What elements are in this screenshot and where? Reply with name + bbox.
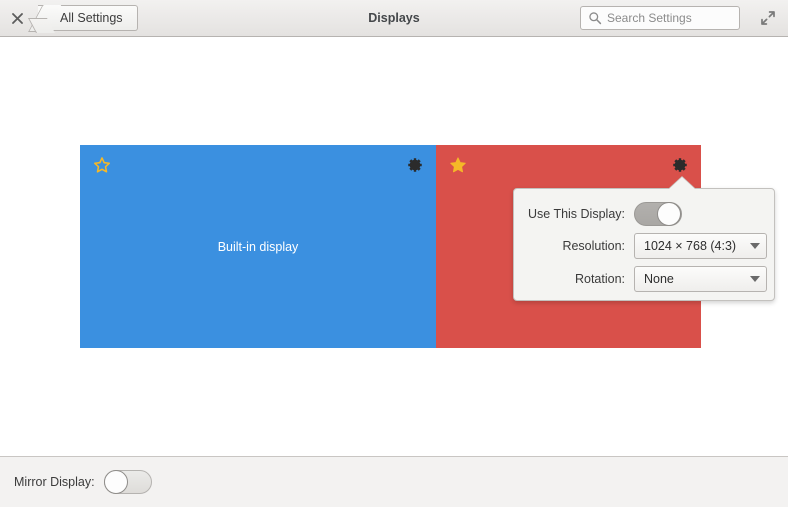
search-icon xyxy=(589,12,602,25)
resolution-value: 1024 × 768 (4:3) xyxy=(644,239,737,253)
bottom-toolbar: Mirror Display: Detect Displays Apply xyxy=(0,456,788,507)
display-label-builtin: Built-in display xyxy=(217,239,299,254)
resolution-label: Resolution: xyxy=(562,239,625,253)
mirror-display-label: Mirror Display: xyxy=(14,475,95,489)
search-settings-input[interactable]: Search Settings xyxy=(580,6,740,30)
chevron-down-icon xyxy=(750,243,760,249)
maximize-icon xyxy=(761,11,775,25)
rotation-dropdown[interactable]: None xyxy=(634,266,767,292)
mirror-display-toggle[interactable] xyxy=(103,470,152,494)
displays-canvas: Built-in display Use This Display: Resol… xyxy=(0,37,788,456)
mirror-display-group: Mirror Display: xyxy=(14,470,152,494)
rotation-value: None xyxy=(644,272,674,286)
resolution-row: Resolution: 1024 × 768 (4:3) xyxy=(522,233,767,259)
rotation-label: Rotation: xyxy=(574,272,625,286)
use-this-display-label: Use This Display: xyxy=(527,207,625,221)
search-placeholder-text: Search Settings xyxy=(607,11,692,25)
display-settings-popover: Use This Display: Resolution: 1024 × 768… xyxy=(513,177,775,301)
gear-icon[interactable] xyxy=(671,156,689,174)
use-this-display-toggle[interactable] xyxy=(634,202,682,226)
use-this-display-row: Use This Display: xyxy=(522,201,682,227)
chevron-down-icon xyxy=(750,276,760,282)
all-settings-back-label: All Settings xyxy=(60,11,123,25)
all-settings-back-button[interactable]: All Settings xyxy=(38,5,138,31)
resolution-dropdown[interactable]: 1024 × 768 (4:3) xyxy=(634,233,767,259)
rotation-row: Rotation: None xyxy=(522,266,767,292)
gear-icon[interactable] xyxy=(406,156,424,174)
window-header: All Settings Displays Search Settings xyxy=(0,0,788,37)
toggle-knob xyxy=(103,470,128,494)
display-monitor-builtin[interactable]: Built-in display xyxy=(80,145,436,348)
popover-pointer xyxy=(669,177,695,189)
toggle-knob xyxy=(657,202,681,226)
maximize-button[interactable] xyxy=(756,7,780,29)
close-icon xyxy=(11,12,23,24)
